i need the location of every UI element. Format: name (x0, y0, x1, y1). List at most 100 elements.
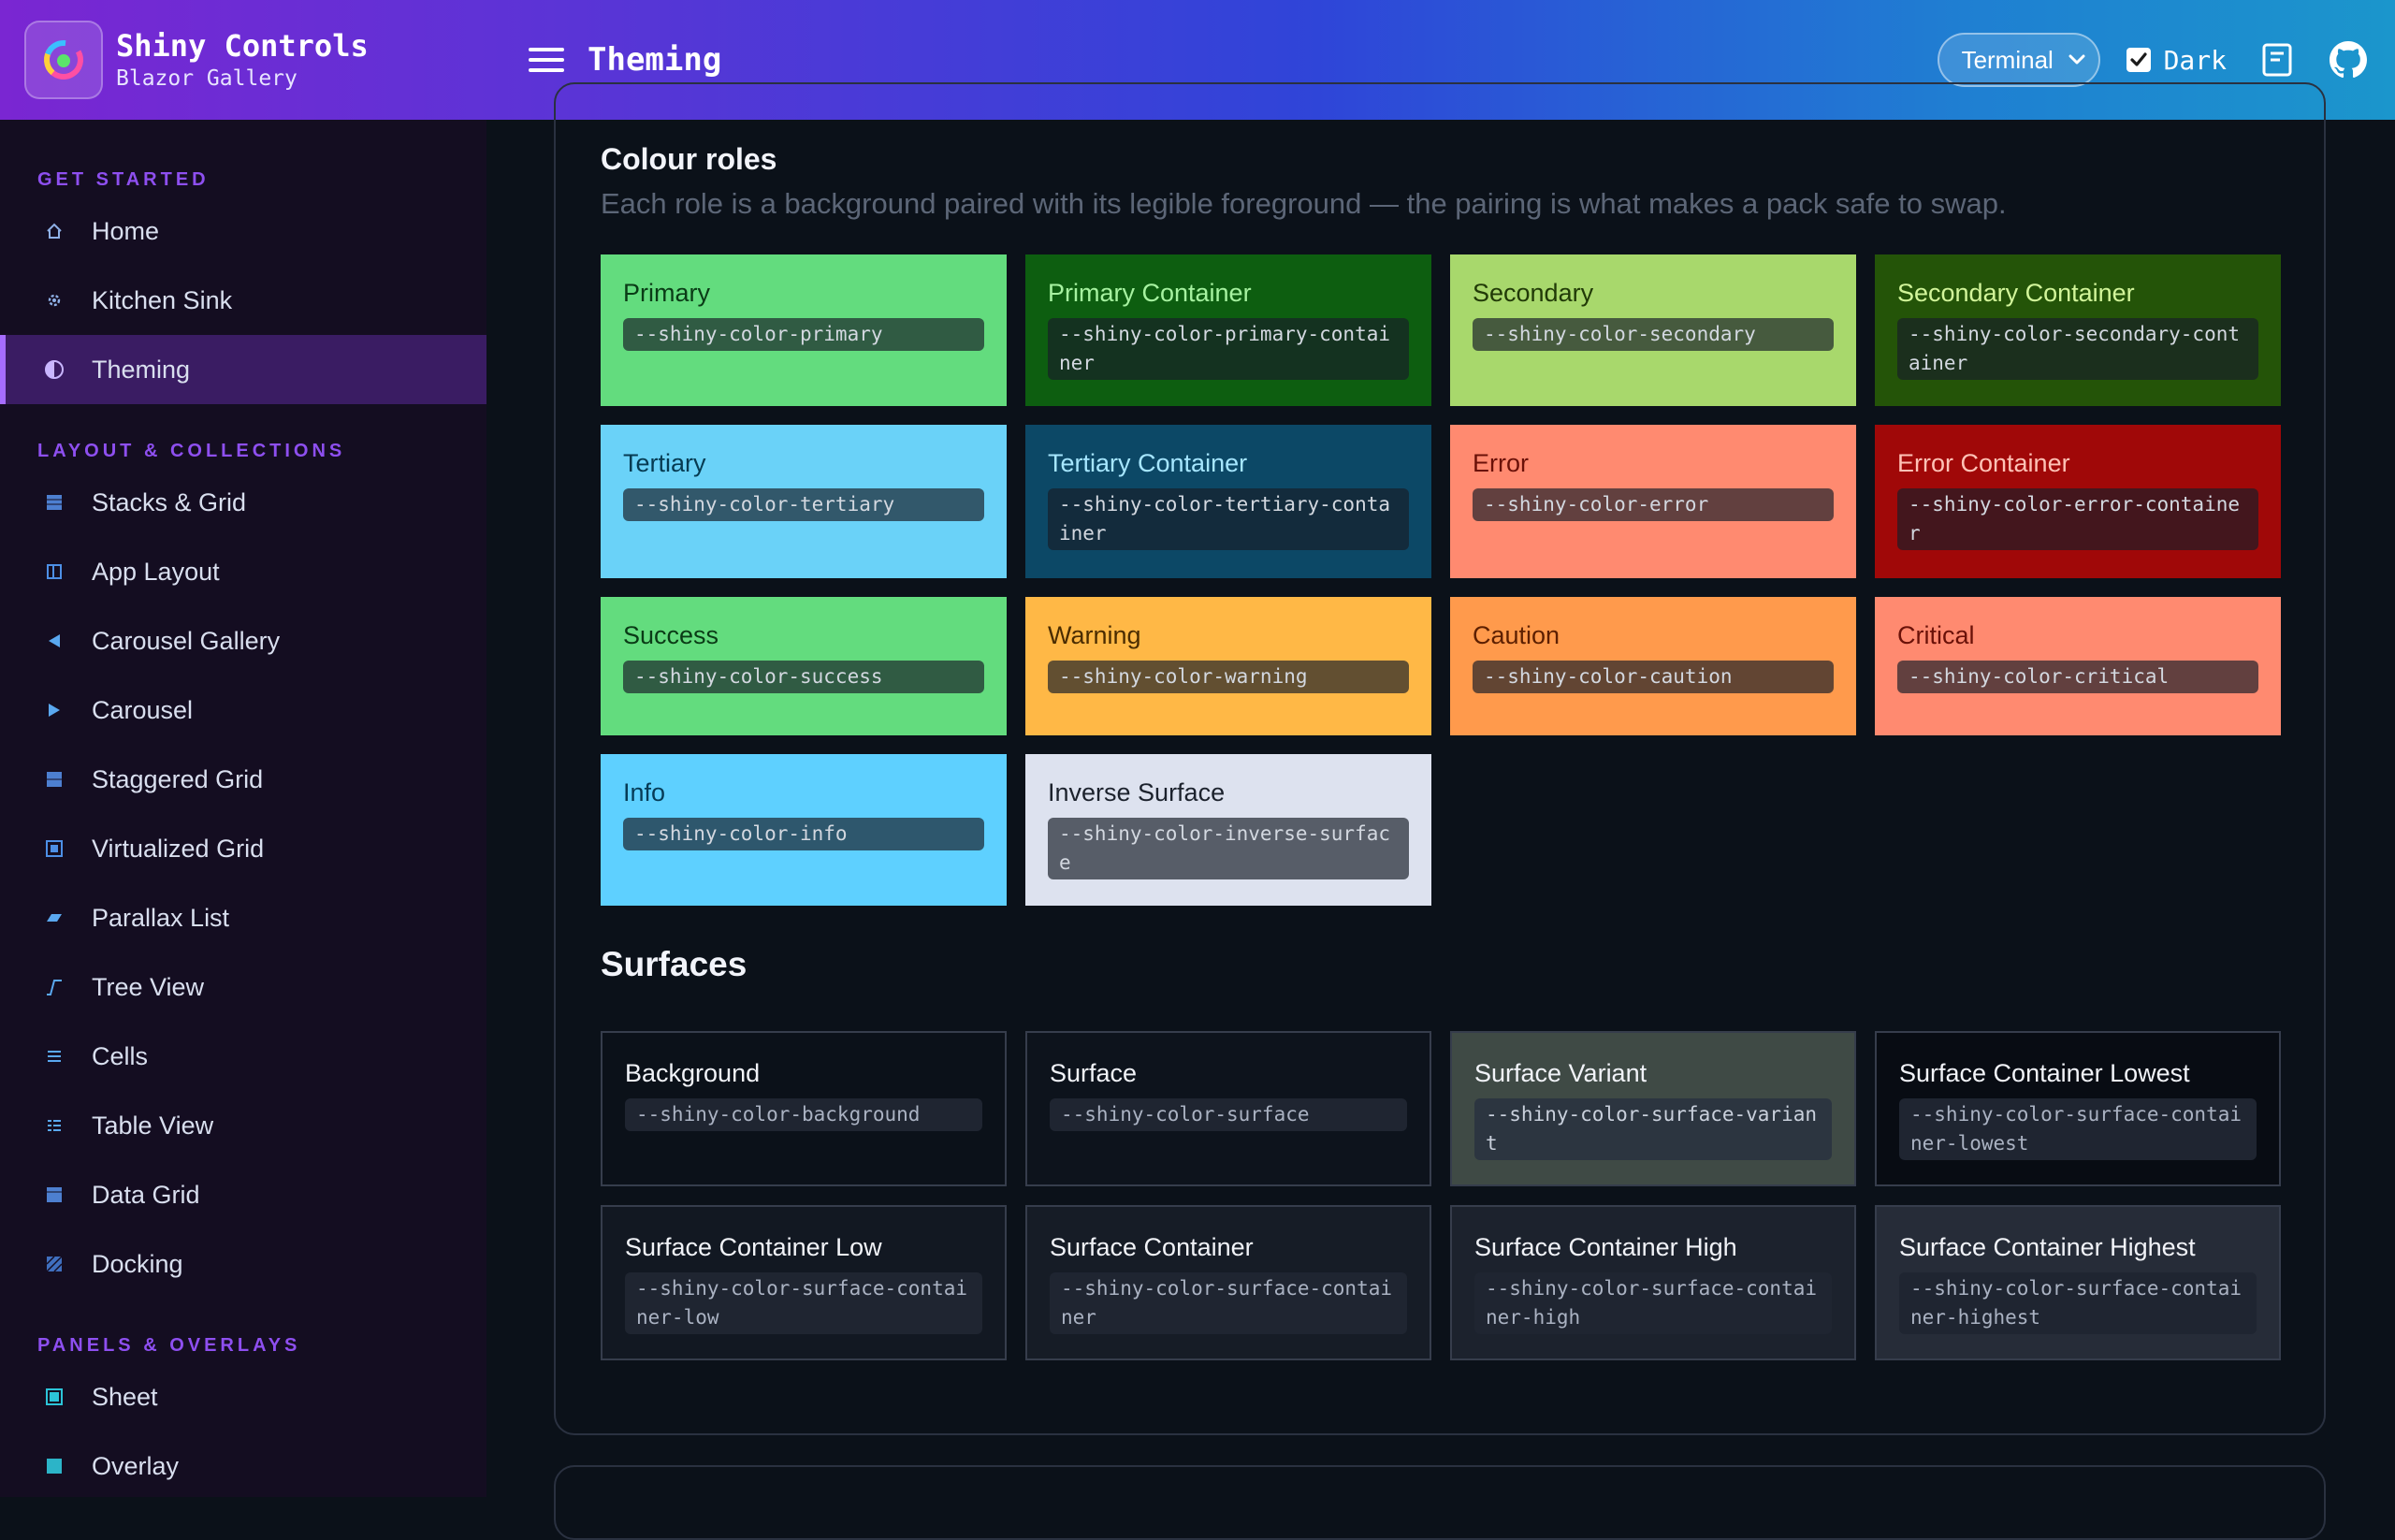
github-button[interactable] (2328, 39, 2369, 80)
color-role-name: Info (623, 778, 666, 806)
sidebar-item-parallax-list[interactable]: Parallax List (0, 883, 486, 952)
dark-mode-label: Dark (2163, 44, 2227, 76)
sidebar-item-tree-view[interactable]: Tree View (0, 952, 486, 1022)
main-content: Colour roles Each role is a background p… (486, 82, 2395, 1540)
page-title: Theming (588, 41, 722, 79)
surface-tile: Background --shiny-color-background (601, 1031, 1007, 1186)
color-role-name: Tertiary Container (1048, 449, 1248, 477)
sidebar-item-label: Tree View (92, 972, 205, 1001)
color-role-tile: Warning --shiny-color-warning (1025, 597, 1431, 735)
color-role-variable: --shiny-color-error (1473, 488, 1834, 521)
table-icon (43, 1114, 65, 1137)
color-role-tile: Info --shiny-color-info (601, 754, 1007, 906)
theme-select[interactable]: Terminal (1937, 33, 2100, 87)
dark-mode-checkbox[interactable] (2126, 48, 2151, 72)
color-role-variable: --shiny-color-secondary-container (1897, 318, 2258, 380)
color-role-variable: --shiny-color-warning (1048, 661, 1409, 693)
sidebar-item-label: Parallax List (92, 903, 230, 932)
color-role-variable: --shiny-color-secondary (1473, 318, 1834, 351)
sidebar-item-label: Stacks & Grid (92, 487, 247, 516)
sidebar-item-label: Table View (92, 1111, 214, 1140)
surface-tile: Surface Variant --shiny-color-surface-var… (1450, 1031, 1856, 1186)
nav-section-panels: PANELS & OVERLAYS (37, 1335, 301, 1356)
color-role-tile: Critical --shiny-color-critical (1875, 597, 2281, 735)
color-role-tile: Error Container --shiny-color-error-conta… (1875, 425, 2281, 578)
app-subtitle: Blazor Gallery (116, 66, 298, 91)
color-role-name: Critical (1897, 621, 1975, 649)
surface-variable: --shiny-color-surface-container-low (625, 1272, 982, 1334)
layout-icon (43, 560, 65, 583)
color-role-variable: --shiny-color-inverse-surface (1048, 818, 1409, 879)
sidebar-item-label: Cells (92, 1041, 149, 1070)
brand[interactable]: Shiny Controls Blazor Gallery (0, 0, 486, 120)
sidebar-item-sheet[interactable]: Sheet (0, 1362, 486, 1431)
color-role-name: Primary Container (1048, 279, 1252, 307)
color-role-name: Secondary (1473, 279, 1594, 307)
sidebar-item-virtualized-grid[interactable]: Virtualized Grid (0, 814, 486, 883)
surface-name: Surface Container (1050, 1233, 1254, 1261)
sidebar-item-home[interactable]: Home (0, 196, 486, 266)
overlay-icon (43, 1455, 65, 1477)
color-role-name: Inverse Surface (1048, 778, 1226, 806)
sidebar-item-kitchen-sink[interactable]: Kitchen Sink (0, 266, 486, 335)
menu-button[interactable] (524, 37, 569, 82)
surface-tile: Surface Container --shiny-color-surface-c… (1025, 1205, 1431, 1360)
sidebar-item-label: Docking (92, 1249, 183, 1278)
sidebar-item-table-view[interactable]: Table View (0, 1091, 486, 1160)
sidebar-item-cells[interactable]: Cells (0, 1022, 486, 1091)
sidebar-item-label: Kitchen Sink (92, 285, 233, 314)
surfaces-title: Surfaces (601, 945, 748, 983)
sidebar-item-label: Theming (92, 355, 191, 384)
color-role-name: Primary (623, 279, 710, 307)
surface-variable: --shiny-color-surface-container-highest (1899, 1272, 2257, 1334)
sidebar-item-label: Home (92, 216, 160, 245)
sidebar-item-label: Sheet (92, 1382, 158, 1411)
color-role-variable: --shiny-color-tertiary (623, 488, 984, 521)
triangle-right-icon (43, 699, 65, 721)
color-role-variable: --shiny-color-caution (1473, 661, 1834, 693)
dark-mode-toggle[interactable]: Dark (2126, 45, 2227, 76)
color-role-name: Caution (1473, 621, 1560, 649)
sidebar-item-overlay[interactable]: Overlay (0, 1431, 486, 1497)
sidebar-item-staggered-grid[interactable]: Staggered Grid (0, 745, 486, 814)
docs-button[interactable] (2257, 39, 2298, 80)
theme-select-value: Terminal (1961, 45, 2054, 74)
surface-name: Surface Variant (1474, 1059, 1647, 1087)
half-circle-icon (43, 358, 65, 381)
surface-variable: --shiny-color-surface-container-lowest (1899, 1098, 2257, 1160)
sidebar-item-app-layout[interactable]: App Layout (0, 537, 486, 606)
colour-roles-title: Colour roles (601, 142, 777, 176)
sidebar-item-stacks-grid[interactable]: Stacks & Grid (0, 468, 486, 537)
color-role-name: Error (1473, 449, 1529, 477)
sidebar-item-docking[interactable]: Docking (0, 1229, 486, 1299)
sidebar-item-label: Carousel Gallery (92, 626, 281, 655)
surface-variable: --shiny-color-surface-container-high (1474, 1272, 1832, 1334)
checkmark-icon (2129, 52, 2147, 66)
sidebar-item-carousel-gallery[interactable]: Carousel Gallery (0, 606, 486, 676)
data-grid-icon (43, 1184, 65, 1206)
chevron-down-icon (2068, 54, 2085, 65)
color-role-tile: Secondary --shiny-color-secondary (1450, 254, 1856, 406)
logo-icon (44, 39, 83, 80)
sidebar-item-theming[interactable]: Theming (0, 335, 486, 404)
lines-icon (43, 1045, 65, 1068)
next-card (554, 1465, 2326, 1540)
color-role-tile: Secondary Container --shiny-color-seconda… (1875, 254, 2281, 406)
surface-name: Background (625, 1059, 761, 1087)
color-role-variable: --shiny-color-success (623, 661, 984, 693)
surface-tile: Surface --shiny-color-surface (1025, 1031, 1431, 1186)
surface-name: Surface Container Lowest (1899, 1059, 2190, 1087)
home-icon (43, 220, 65, 242)
color-role-tile: Caution --shiny-color-caution (1450, 597, 1856, 735)
github-icon (2330, 41, 2367, 79)
surface-name: Surface Container High (1474, 1233, 1737, 1261)
sidebar-item-label: App Layout (92, 557, 220, 586)
sidebar-item-data-grid[interactable]: Data Grid (0, 1160, 486, 1229)
sidebar-item-carousel[interactable]: Carousel (0, 676, 486, 745)
color-role-name: Secondary Container (1897, 279, 2135, 307)
grid-icon (43, 491, 65, 514)
app-logo (24, 21, 103, 99)
surface-variable: --shiny-color-surface-container (1050, 1272, 1407, 1334)
sidebar: GET STARTED Home Kitchen Sink Theming LA… (0, 120, 486, 1497)
surface-name: Surface (1050, 1059, 1138, 1087)
